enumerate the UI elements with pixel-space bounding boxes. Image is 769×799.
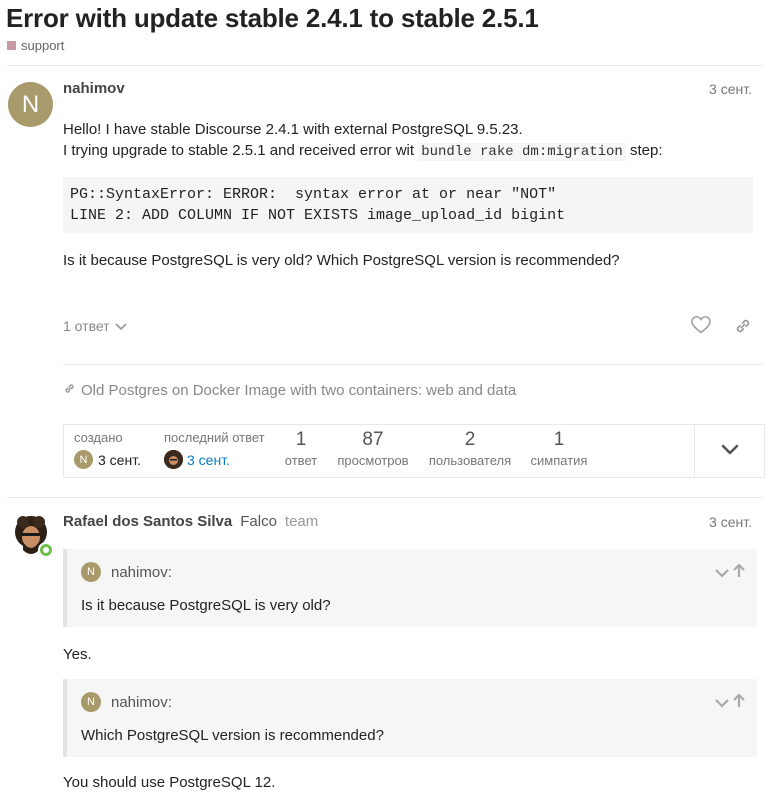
quote-controls — [715, 563, 745, 583]
divider — [63, 364, 763, 365]
users-stat-label: пользователя — [428, 453, 512, 468]
last-reply-date: 3 сент. — [187, 451, 230, 468]
link-icon[interactable] — [733, 316, 753, 341]
created-info[interactable]: N 3 сент. — [74, 450, 141, 469]
line2-suffix: step: — [625, 142, 663, 159]
inline-code: bundle rake dm:migration — [418, 143, 626, 161]
post-date[interactable]: 3 сент. — [709, 81, 752, 97]
quote-username[interactable]: nahimov: — [111, 564, 172, 581]
replies-stat-label: ответ — [284, 453, 318, 468]
replies-count: 1 — [295, 429, 307, 450]
topic-title[interactable]: Error with update stable 2.4.1 to stable… — [6, 3, 539, 34]
chevron-down-icon[interactable] — [715, 695, 729, 713]
code-block: PG::SyntaxError: ERROR: syntax error at … — [63, 177, 753, 233]
avatar-letter: N — [79, 453, 88, 466]
stat-views: 87 просмотров — [332, 429, 414, 468]
views-count: 87 — [362, 429, 384, 450]
quote-block: N nahimov: Which PostgreSQL version is r… — [63, 679, 757, 757]
link-icon — [63, 382, 76, 399]
arrow-up-icon[interactable] — [733, 563, 745, 583]
stat-replies: 1 ответ — [280, 429, 322, 468]
quote-text: Is it because PostgreSQL is very old? — [81, 597, 331, 614]
stat-users: 2 пользователя — [424, 429, 516, 468]
code-line: PG::SyntaxError: ERROR: syntax error at … — [70, 186, 557, 203]
linked-topic-title: Old Postgres on Docker Image with two co… — [81, 382, 517, 399]
avatar-letter: N — [87, 696, 95, 708]
avatar-letter: N — [21, 90, 40, 118]
quote-header: N nahimov: — [81, 562, 172, 582]
post-date[interactable]: 3 сент. — [709, 514, 752, 530]
chevron-down-icon[interactable] — [715, 565, 729, 583]
avatar: N — [74, 450, 93, 469]
category-badge[interactable]: support — [7, 38, 64, 53]
avatar[interactable]: N — [81, 692, 101, 712]
quote-username[interactable]: nahimov: — [111, 694, 172, 711]
avatar-letter: N — [87, 566, 95, 578]
post-username[interactable]: nahimov — [63, 80, 125, 97]
avatar — [164, 450, 183, 469]
replies-toggle[interactable]: 1 ответ — [63, 318, 127, 334]
chevron-down-icon — [115, 318, 127, 334]
post-answer: Yes. — [63, 646, 92, 663]
stat-likes: 1 симпатия — [526, 429, 592, 468]
post-question: Is it because PostgreSQL is very old? Wh… — [63, 252, 620, 269]
quote-controls — [715, 693, 745, 713]
avatar[interactable] — [8, 512, 56, 560]
chevron-down-icon — [721, 442, 739, 460]
last-reply-label: последний ответ — [164, 430, 265, 445]
post-body-line2: I trying upgrade to stable 2.5.1 and rec… — [63, 140, 663, 163]
last-reply-info[interactable]: 3 сент. — [164, 450, 230, 469]
quote-block: N nahimov: Is it because PostgreSQL is v… — [63, 549, 757, 627]
line2-text: I trying upgrade to stable 2.5.1 and rec… — [63, 142, 419, 159]
divider — [7, 65, 763, 66]
views-stat-label: просмотров — [337, 453, 409, 468]
user-group[interactable]: team — [285, 513, 318, 530]
post-answer: You should use PostgreSQL 12. — [63, 774, 276, 791]
user-title[interactable]: Falco — [240, 513, 277, 530]
avatar[interactable]: N — [81, 562, 101, 582]
category-color-square — [7, 41, 16, 50]
replies-label: 1 ответ — [63, 318, 110, 334]
post-author: Rafael dos Santos Silva Falco team — [63, 513, 318, 530]
quote-header: N nahimov: — [81, 692, 172, 712]
avatar[interactable]: N — [8, 82, 53, 127]
created-date: 3 сент. — [98, 451, 141, 468]
post-body-line1: Hello! I have stable Discourse 2.4.1 wit… — [63, 121, 523, 138]
linked-topic[interactable]: Old Postgres on Docker Image with two co… — [63, 382, 516, 399]
arrow-up-icon[interactable] — [733, 693, 745, 713]
code-line: LINE 2: ADD COLUMN IF NOT EXISTS image_u… — [70, 207, 566, 224]
divider — [7, 497, 763, 498]
post-username[interactable]: Rafael dos Santos Silva — [63, 513, 232, 530]
category-label: support — [21, 38, 65, 53]
created-label: создано — [74, 430, 123, 445]
likes-count: 1 — [553, 429, 565, 450]
expand-topic-map-button[interactable] — [694, 424, 765, 478]
quote-text: Which PostgreSQL version is recommended? — [81, 727, 384, 744]
users-count: 2 — [464, 429, 476, 450]
likes-stat-label: симпатия — [530, 453, 588, 468]
heart-icon[interactable] — [691, 316, 711, 339]
